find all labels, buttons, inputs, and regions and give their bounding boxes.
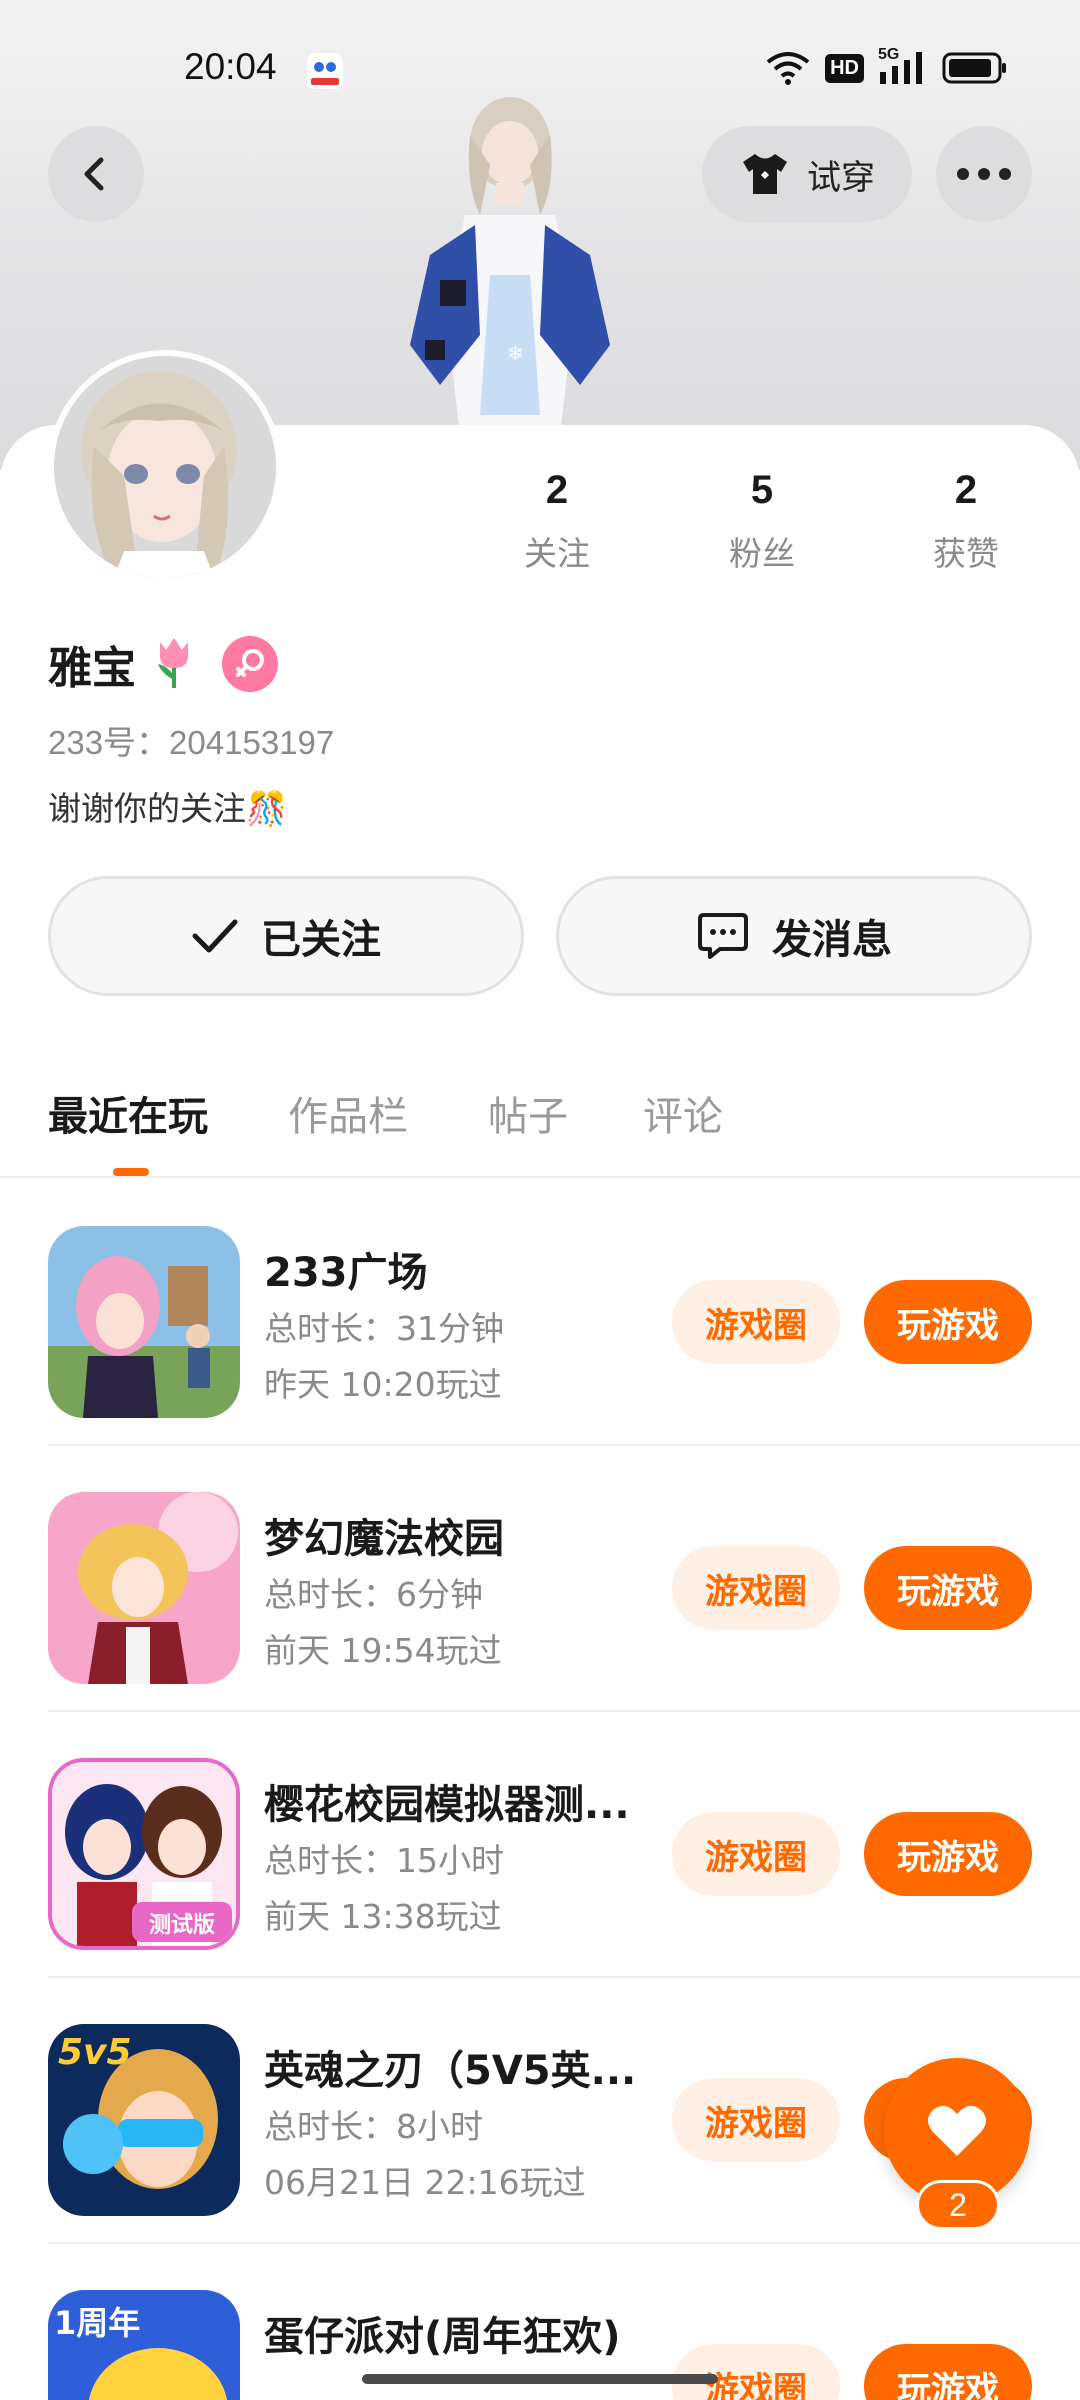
stat-followers-label: 粉丝: [729, 534, 795, 573]
game-last-played: 06月21日 22:16玩过: [264, 2163, 586, 2202]
play-game-button[interactable]: 玩游戏: [864, 1812, 1032, 1896]
stat-followers[interactable]: 5 粉丝: [702, 468, 822, 575]
play-game-button[interactable]: 玩游戏: [864, 1280, 1032, 1364]
profile-name: 雅宝: [48, 643, 136, 694]
wifi-icon: [766, 52, 810, 85]
tulip-icon: [158, 638, 188, 688]
list-item[interactable]: 233广场 总时长：31分钟 昨天 10:20玩过 游戏圈 玩游戏: [0, 1180, 1080, 1446]
gender-badge: [222, 636, 278, 692]
game-duration: 总时长：15小时: [264, 1841, 504, 1880]
female-icon: [236, 649, 264, 677]
profile-tabs: 最近在玩 作品栏 帖子 评论: [0, 1070, 1080, 1178]
signal-label: 5G: [878, 46, 900, 63]
stat-following-value: 2: [545, 468, 569, 512]
stat-followers-value: 5: [750, 468, 774, 512]
game-icon-image: 1周年: [48, 2290, 240, 2400]
send-message-button[interactable]: 发消息: [556, 876, 1032, 996]
svg-text:❄: ❄: [507, 341, 524, 365]
game-icon: 5v5: [48, 2024, 240, 2216]
game-icon-image: 5v5: [48, 2024, 240, 2216]
shirt-icon: [743, 154, 787, 194]
status-time: 20:04: [184, 46, 277, 87]
stat-likes-value: 2: [954, 468, 978, 512]
more-button[interactable]: [936, 126, 1032, 222]
list-item[interactable]: 测试版 樱花校园模拟器测... 总时长：15小时 前天 13:38玩过 游戏圈 …: [0, 1712, 1080, 1978]
back-icon: [84, 157, 104, 191]
game-icon-image: 测试版: [52, 1762, 236, 1946]
status-bar: 20:04 HD 5G: [0, 0, 1080, 140]
user-id: 233号：204153197: [48, 724, 335, 761]
game-icon: 1周年: [48, 2290, 240, 2400]
tab-active-indicator: [113, 1168, 149, 1176]
game-last-played: 前天 13:38玩过: [264, 1897, 502, 1936]
game-icon-image: [48, 1226, 240, 1418]
game-title: 英魂之刃（5V5英...: [264, 2048, 637, 2094]
try-on-button[interactable]: 试穿: [702, 126, 912, 222]
game-title: 梦幻魔法校园: [264, 1516, 504, 1562]
stat-likes[interactable]: 2 获赞: [906, 468, 1026, 575]
game-circle-button[interactable]: 游戏圈: [672, 1546, 840, 1630]
notification-app-icon: [307, 53, 343, 89]
game-title: 蛋仔派对(周年狂欢): [264, 2314, 621, 2360]
list-item[interactable]: 梦幻魔法校园 总时长：6分钟 前天 19:54玩过 游戏圈 玩游戏: [0, 1446, 1080, 1712]
game-title: 233广场: [264, 1250, 428, 1296]
hero-3d-avatar: ❄: [410, 97, 610, 435]
more-icon: [957, 168, 1011, 180]
tab-recently-played[interactable]: 最近在玩: [48, 1084, 208, 1142]
stat-following-label: 关注: [524, 534, 590, 573]
battery-icon: [942, 52, 1006, 84]
game-last-played: 昨天 10:20玩过: [264, 1365, 502, 1404]
game-duration: 总时长：31分钟: [264, 1309, 504, 1348]
tab-posts[interactable]: 帖子: [488, 1084, 568, 1142]
test-version-badge: 测试版: [149, 1913, 215, 1938]
vs-badge: 5v5: [58, 2032, 132, 2073]
profile-bio: 谢谢你的关注🎊: [48, 789, 288, 828]
following-button[interactable]: 已关注: [48, 876, 524, 996]
stat-following[interactable]: 2 关注: [497, 468, 617, 575]
game-icon-image: [48, 1492, 240, 1684]
game-circle-button[interactable]: 游戏圈: [672, 1812, 840, 1896]
game-icon: [48, 1492, 240, 1684]
send-message-label: 发消息: [772, 917, 892, 963]
status-icons: HD 5G: [765, 46, 1008, 86]
game-icon: [48, 1226, 240, 1418]
play-game-button[interactable]: 玩游戏: [864, 1546, 1032, 1630]
check-icon: [192, 919, 238, 953]
play-game-button[interactable]: 玩游戏: [864, 2344, 1032, 2400]
heart-icon: [928, 2105, 986, 2156]
signal-icon: 5G: [878, 46, 928, 86]
game-circle-button[interactable]: 游戏圈: [672, 2078, 840, 2162]
hd-badge: HD: [825, 53, 864, 83]
tab-works[interactable]: 作品栏: [288, 1084, 408, 1142]
chat-bubble-icon: [698, 913, 748, 959]
game-last-played: 前天 19:54玩过: [264, 1631, 502, 1670]
anniversary-badge: 1周年: [54, 2304, 140, 2342]
stat-likes-label: 获赞: [933, 534, 999, 573]
game-circle-button[interactable]: 游戏圈: [672, 2344, 840, 2400]
following-label: 已关注: [261, 917, 381, 963]
game-duration: 总时长：6分钟: [264, 1575, 483, 1614]
avatar-image: [54, 356, 276, 578]
game-icon: 测试版: [48, 1758, 240, 1950]
game-title: 樱花校园模拟器测...: [264, 1782, 630, 1828]
try-on-label: 试穿: [807, 157, 875, 198]
like-count-badge: 2: [916, 2180, 1000, 2230]
home-indicator[interactable]: [362, 2374, 718, 2384]
avatar[interactable]: [48, 350, 282, 584]
back-button[interactable]: [48, 126, 144, 222]
game-circle-button[interactable]: 游戏圈: [672, 1280, 840, 1364]
tab-comments[interactable]: 评论: [643, 1084, 723, 1142]
game-duration: 总时长：8小时: [264, 2107, 483, 2146]
